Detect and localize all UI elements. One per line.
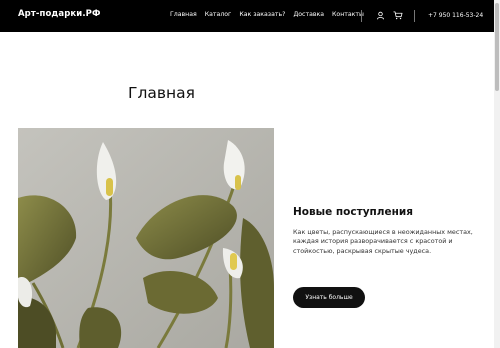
nav-item-contacts[interactable]: Контакты <box>332 11 364 18</box>
hero-description: Как цветы, распускающиеся в неожиданных … <box>293 228 473 255</box>
nav-item-how-to-order[interactable]: Как заказать? <box>239 11 285 18</box>
divider <box>361 10 362 22</box>
hero-flower-image <box>18 128 274 348</box>
nav-item-delivery[interactable]: Доставка <box>293 11 324 18</box>
main-nav: Главная Каталог Как заказать? Доставка К… <box>170 11 372 18</box>
hero-text-block: Новые поступления Как цветы, распускающи… <box>293 206 483 256</box>
page-title: Главная <box>128 84 195 102</box>
learn-more-button[interactable]: Узнать больше <box>293 287 365 308</box>
top-navigation-bar: Арт-подарки.РФ Главная Каталог Как заказ… <box>0 0 494 32</box>
nav-item-home[interactable]: Главная <box>170 11 197 18</box>
cart-icon[interactable] <box>393 11 403 20</box>
hero-heading: Новые поступления <box>293 206 413 218</box>
phone-number[interactable]: +7 950 116-53-24 <box>428 12 483 19</box>
nav-item-catalog[interactable]: Каталог <box>205 11 232 18</box>
site-logo[interactable]: Арт-подарки.РФ <box>18 9 101 19</box>
user-icon[interactable] <box>376 11 385 20</box>
divider <box>414 10 415 22</box>
scrollbar-thumb[interactable] <box>495 3 499 91</box>
